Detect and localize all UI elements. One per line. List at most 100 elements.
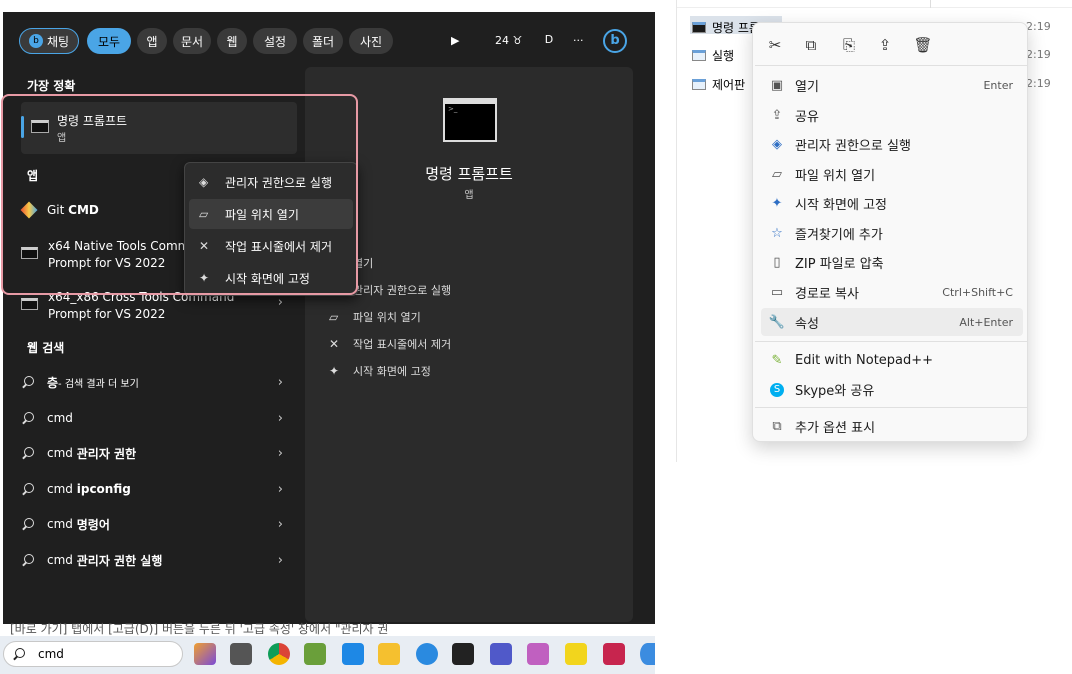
file-name: 제어판 — [712, 78, 746, 92]
menu-compress-zip[interactable]: ▯ ZIP 파일로 압축 — [761, 248, 1023, 276]
cut-icon[interactable]: ✂ — [765, 35, 785, 55]
filter-all-label: 모두 — [97, 34, 121, 49]
filter-settings[interactable]: 설정 — [253, 28, 297, 54]
chevron-right-icon[interactable]: › — [278, 482, 283, 497]
search-icon — [21, 411, 35, 425]
menu-shortcut: Enter — [983, 78, 1013, 92]
snipping-tool-icon[interactable] — [527, 643, 549, 665]
chevron-right-icon[interactable]: › — [278, 375, 283, 390]
menu-copy-as-path[interactable]: ▭ 경로로 복사 Ctrl+Shift+C — [761, 278, 1023, 306]
notepad-icon[interactable] — [304, 643, 326, 665]
filter-apps[interactable]: 앱 — [137, 28, 167, 54]
teams-icon[interactable] — [490, 643, 512, 665]
menu-label: 추가 옵션 표시 — [795, 420, 876, 436]
separator — [755, 65, 1027, 66]
chevron-right-icon[interactable]: › — [278, 517, 283, 532]
menu-pin-to-start[interactable]: ✦ 시작 화면에 고정 — [761, 189, 1023, 217]
taskbar-search-value: cmd — [38, 647, 64, 661]
web-result-cmd-admin[interactable]: cmd 관리자 권한 › — [21, 443, 297, 463]
file-row[interactable]: 실행 — [692, 47, 734, 64]
terminal-icon[interactable] — [452, 643, 474, 665]
copy-icon[interactable]: ⧉ — [801, 35, 821, 55]
best-match-heading: 가장 정확 — [27, 79, 76, 93]
web-result-cmd-commands[interactable]: cmd 명령어 › — [21, 514, 297, 534]
more-button[interactable]: ··· — [573, 34, 584, 47]
preview-action-pin-start[interactable]: ✦ 시작 화면에 고정 — [329, 363, 431, 379]
web-prefix: cmd — [47, 446, 73, 460]
menu-run-as-admin[interactable]: ◈ 관리자 권한으로 실행 — [761, 130, 1023, 158]
menu-properties[interactable]: 🔧 속성 Alt+Enter — [761, 308, 1023, 336]
pin-icon: ✦ — [329, 364, 340, 378]
weather-icon: ♉ — [512, 34, 523, 47]
chrome-icon[interactable] — [268, 643, 290, 665]
chevron-right-icon[interactable]: › — [278, 553, 283, 568]
column-header — [677, 0, 1072, 8]
file-time: 2:19 — [1026, 77, 1051, 90]
web-result-more[interactable]: 층 - 검색 결과 더 보기 › — [21, 372, 297, 392]
web-suffix: ipconfig — [76, 482, 131, 496]
command-prompt-large-icon: >_ — [443, 98, 497, 142]
weather-value: 24 — [495, 34, 509, 47]
search-icon — [12, 647, 26, 661]
file-row[interactable]: 제어판 — [692, 76, 745, 93]
unpin-icon: ✕ — [329, 337, 340, 351]
web-result-cmd-ipconfig[interactable]: cmd ipconfig › — [21, 479, 297, 499]
web-prefix: cmd — [47, 411, 73, 425]
filter-folders[interactable]: 폴더 — [303, 28, 343, 54]
sticky-notes-icon[interactable] — [565, 643, 587, 665]
play-icon[interactable]: ▶ — [451, 34, 459, 47]
delete-icon[interactable]: 🗑 — [913, 35, 933, 55]
web-result-cmd-admin-run[interactable]: cmd 관리자 권한 실행 › — [21, 550, 297, 570]
star-icon: ☆ — [771, 225, 783, 241]
widgets-icon[interactable] — [194, 643, 216, 665]
filter-web[interactable]: 웹 — [217, 28, 247, 54]
filter-all[interactable]: 모두 — [87, 28, 131, 54]
app-icon[interactable] — [416, 643, 438, 665]
wrench-icon: 🔧 — [768, 314, 786, 330]
menu-share[interactable]: ⇪ 공유 — [761, 101, 1023, 129]
bing-chat-icon: b — [28, 34, 43, 48]
search-icon — [21, 517, 35, 531]
file-explorer-icon[interactable] — [378, 643, 400, 665]
menu-label: 파일 위치 열기 — [795, 168, 876, 184]
task-view-icon[interactable] — [230, 643, 252, 665]
chevron-right-icon[interactable]: › — [278, 295, 283, 310]
filter-documents[interactable]: 문서 — [173, 28, 211, 54]
profile-button[interactable]: D — [539, 30, 559, 50]
preview-action-open-location[interactable]: ▱ 파일 위치 열기 — [329, 309, 421, 325]
menu-add-to-favorites[interactable]: ☆ 즐겨찾기에 추가 — [761, 219, 1023, 247]
shortcut-icon — [692, 50, 706, 61]
bing-icon[interactable]: b — [603, 29, 627, 53]
preview-action-unpin-taskbar[interactable]: ✕ 작업 표시줄에서 제거 — [329, 336, 451, 352]
menu-show-more-options[interactable]: ⧉ 추가 옵션 표시 — [761, 412, 1023, 440]
share-icon: ⇪ — [771, 107, 783, 123]
menu-open[interactable]: ▣ 열기 Enter — [761, 71, 1023, 99]
pin-icon: ✦ — [771, 195, 783, 211]
file-time: 2:19 — [1026, 48, 1051, 61]
menu-open-file-location[interactable]: ▱ 파일 위치 열기 — [761, 160, 1023, 188]
preview-action-label: 파일 위치 열기 — [353, 311, 421, 324]
rename-icon[interactable]: ⎘ — [839, 35, 859, 55]
share-icon[interactable]: ⇪ — [875, 35, 895, 55]
menu-label: 공유 — [795, 109, 819, 125]
menu-label: 즐겨찾기에 추가 — [795, 227, 883, 243]
chevron-right-icon[interactable]: › — [278, 446, 283, 461]
filter-folders-label: 폴더 — [311, 34, 335, 49]
filter-photos[interactable]: 사진 — [349, 28, 393, 54]
menu-share-skype[interactable]: S Skype와 공유 — [761, 375, 1023, 403]
intellij-icon[interactable] — [603, 643, 625, 665]
taskbar-search-box[interactable]: cmd — [3, 641, 183, 667]
filter-chat[interactable]: b 채팅 — [19, 28, 79, 54]
web-prefix: cmd — [47, 482, 73, 496]
chevron-right-icon[interactable]: › — [278, 411, 283, 426]
menu-label: Edit with Notepad++ — [795, 352, 934, 368]
menu-shortcut: Alt+Enter — [959, 315, 1013, 329]
weather-temperature[interactable]: 24 ♉ — [495, 34, 522, 47]
web-result-cmd[interactable]: cmd › — [21, 408, 297, 428]
menu-edit-notepadpp[interactable]: ✎ Edit with Notepad++ — [761, 346, 1023, 374]
vscode-icon[interactable] — [342, 643, 364, 665]
filter-chat-label: 채팅 — [46, 34, 70, 49]
search-icon — [21, 553, 35, 567]
web-prefix: cmd — [47, 553, 73, 567]
app-icon-partial[interactable] — [640, 643, 655, 665]
